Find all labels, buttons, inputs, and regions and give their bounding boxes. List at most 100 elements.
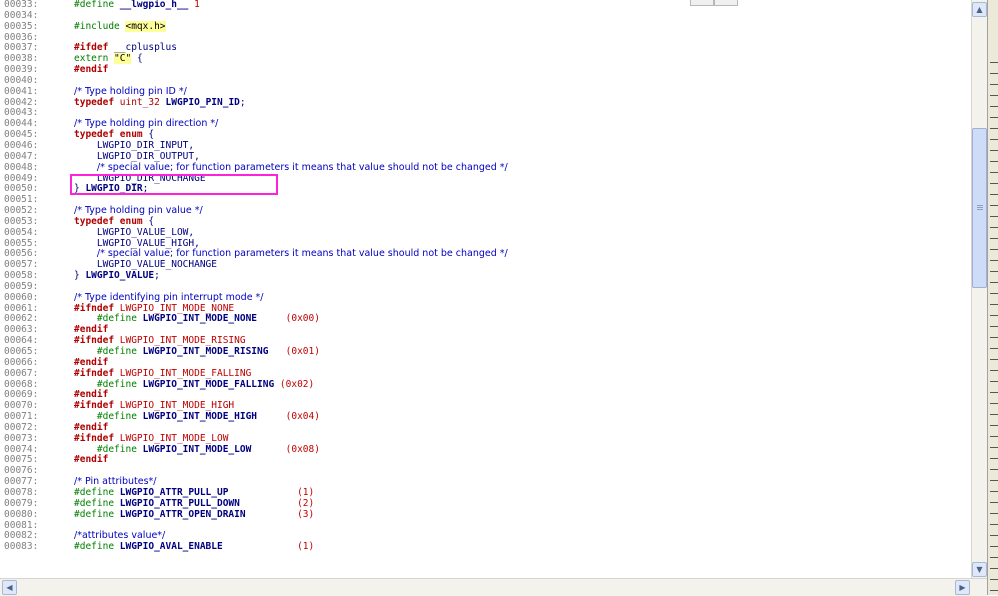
code-token: #ifndef: [74, 367, 115, 379]
horizontal-scrollbar[interactable]: ◀ ▶: [0, 578, 987, 596]
top-tab-strip: [690, 0, 770, 6]
code-token: (0x04): [279, 411, 320, 423]
code-token: typedef enum: [74, 129, 143, 141]
panel-row-marker: [990, 128, 998, 129]
code-token: #endif: [74, 64, 109, 76]
panel-row-marker: [990, 216, 998, 217]
panel-row-marker: [990, 392, 998, 393]
code-token: #define: [74, 313, 143, 325]
panel-row-marker: [990, 84, 998, 85]
code-token: LWGPIO_VALUE_HIGH,: [74, 237, 200, 249]
code-token: <mqx.h>: [125, 20, 166, 32]
code-token: LWGPIO_VALUE_LOW,: [74, 226, 195, 238]
panel-row-marker: [990, 293, 998, 294]
code-token: #define: [74, 486, 120, 498]
code-token: #ifndef: [74, 432, 115, 444]
code-token: #define: [74, 0, 120, 10]
code-token: /* special value; for function parameter…: [96, 248, 508, 260]
code-editor[interactable]: 00033: #define __lwgpio_h__ 1 00034: 00035:…: [0, 0, 971, 578]
panel-row-marker: [990, 326, 998, 327]
code-token: LWGPIO_VALUE: [85, 270, 155, 282]
code-token: (2): [268, 497, 315, 509]
code-token: typedef enum: [74, 215, 143, 227]
panel-row-marker: [990, 458, 998, 459]
scroll-left-icon[interactable]: ◀: [2, 580, 17, 595]
code-token: #endif: [74, 389, 109, 401]
code-token: LWGPIO_INT_MODE_HIGH: [114, 400, 235, 412]
code-line: 00080: #define LWGPIO_ATTR_OPEN_DRAIN (3): [0, 508, 508, 521]
line-number: 00080:: [4, 508, 39, 520]
panel-row-marker: [990, 161, 998, 162]
scroll-down-icon[interactable]: ▼: [972, 562, 987, 577]
code-token: /* special value; for function parameter…: [96, 161, 508, 173]
panel-row-marker: [990, 139, 998, 140]
panel-row-marker: [990, 359, 998, 360]
code-token: LWGPIO_ATTR_OPEN_DRAIN: [119, 508, 269, 520]
panel-row-marker: [990, 227, 998, 228]
code-line: 00042: typedef uint_32 LWGPIO_PIN_ID;: [0, 96, 508, 109]
code-token: (1): [268, 486, 315, 498]
panel-row-marker: [990, 249, 998, 250]
code-token: LWGPIO_AVAL_ENABLE: [119, 541, 269, 553]
panel-row-marker: [990, 436, 998, 437]
code-token: 1: [188, 0, 200, 10]
code-token: #define: [74, 541, 120, 553]
code-line: 00075: #endif: [0, 455, 508, 466]
panel-row-marker: [990, 370, 998, 371]
code-token: #endif: [74, 421, 109, 433]
line-number: 00054:: [4, 226, 39, 238]
line-number: 00067:: [4, 367, 39, 379]
panel-row-marker: [990, 73, 998, 74]
panel-row-marker: [990, 546, 998, 547]
code-token: /* Type identifying pin interrupt mode *…: [74, 291, 264, 303]
side-panel-edge: [987, 0, 998, 595]
code-token: ;: [239, 96, 246, 108]
code-line: 00033: #define __lwgpio_h__ 1: [0, 0, 508, 11]
code-token: #define: [74, 508, 120, 520]
code-token: #define: [74, 378, 143, 390]
scroll-up-icon[interactable]: ▲: [972, 2, 987, 17]
code-token: (0x01): [279, 346, 320, 357]
code-token: LWGPIO_INT_MODE_LOW: [142, 443, 280, 455]
code-token: #define: [74, 346, 143, 357]
panel-row-marker: [990, 480, 998, 481]
code-token: #ifndef: [74, 302, 115, 314]
code-token: {: [142, 129, 155, 141]
code-token: #ifdef: [74, 42, 109, 54]
line-number: 00073:: [4, 432, 39, 444]
tab-stub[interactable]: [714, 0, 738, 6]
code-token: LWGPIO_INT_MODE_FALLING: [142, 378, 280, 390]
panel-row-marker: [990, 502, 998, 503]
code-token: LWGPIO_ATTR_PULL_UP: [119, 486, 269, 498]
code-token: typedef: [74, 96, 115, 108]
code-token: uint_32: [114, 96, 166, 108]
panel-row-marker: [990, 95, 998, 96]
panel-row-marker: [990, 62, 998, 63]
code-token: #endif: [74, 356, 109, 368]
panel-row-marker: [990, 194, 998, 195]
code-token: LWGPIO_DIR_OUTPUT,: [74, 150, 200, 162]
code-token: #define: [74, 443, 143, 455]
code-token: #include: [74, 20, 126, 32]
panel-row-marker: [990, 183, 998, 184]
tab-stub[interactable]: [690, 0, 714, 6]
panel-row-marker: [990, 282, 998, 283]
code-token: #define: [74, 497, 120, 509]
panel-row-marker: [990, 315, 998, 316]
panel-row-marker: [990, 337, 998, 338]
code-token: LWGPIO_INT_MODE_HIGH: [142, 411, 280, 423]
panel-row-marker: [990, 447, 998, 448]
code-token: LWGPIO_PIN_ID: [165, 96, 240, 108]
panel-row-marker: [990, 150, 998, 151]
panel-row-marker: [990, 348, 998, 349]
code-token: (1): [268, 541, 315, 553]
scroll-right-icon[interactable]: ▶: [955, 580, 970, 595]
code-token: LWGPIO_DIR_INPUT,: [74, 139, 195, 151]
scroll-thumb[interactable]: [972, 128, 987, 288]
code-line: 00083: #define LWGPIO_AVAL_ENABLE (1): [0, 541, 508, 553]
panel-row-marker: [990, 469, 998, 470]
panel-row-marker: [990, 568, 998, 569]
code-line: 00035: #include <mqx.h>: [0, 20, 508, 33]
vertical-scrollbar[interactable]: ▲ ▼: [971, 0, 988, 578]
